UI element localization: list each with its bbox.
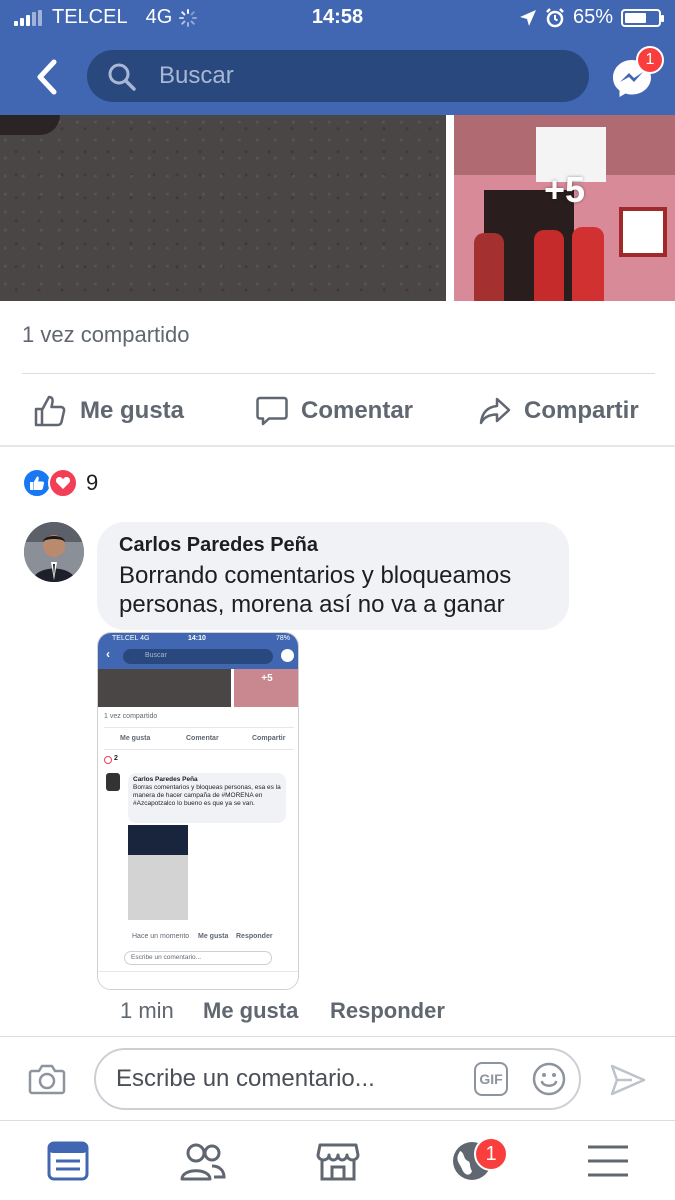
comment-text: Borrando comentarios y bloqueamos person… [119,562,512,618]
gif-button[interactable]: GIF [474,1062,508,1096]
comment-meta: 1 min Me gusta Responder [120,998,445,1024]
search-icon [108,63,136,91]
post-photo-more[interactable]: +5 [454,115,675,301]
battery-icon [621,8,664,27]
search-bar[interactable] [87,50,589,102]
share-arrow-icon [479,397,511,425]
more-photos-count: +5 [543,169,586,210]
battery-percent: 65% [572,6,613,28]
comment-reply-button[interactable]: Responder [330,998,445,1024]
search-input[interactable] [159,50,559,102]
send-button[interactable] [608,1060,648,1100]
love-reaction-icon [48,468,78,498]
tab-notifications[interactable]: 1 [450,1137,508,1183]
friends-icon [180,1143,226,1181]
alarm-icon [546,7,564,27]
like-button[interactable]: Me gusta [32,382,184,440]
emoji-button[interactable] [532,1062,566,1096]
comment-time: 1 min [120,998,174,1023]
tab-menu[interactable] [586,1139,630,1183]
comment-like-button[interactable]: Me gusta [203,998,330,1024]
post-actions: Me gusta Comentar Compartir [0,382,675,440]
share-button[interactable]: Compartir [478,382,639,440]
bottom-tab-bar: 1 [0,1120,675,1200]
back-button[interactable] [28,52,68,102]
top-bar: TELCEL 4G 14:58 65% 1 [0,0,675,115]
comment-icon [256,396,288,426]
divider [22,373,655,374]
share-count[interactable]: 1 vez compartido [22,322,190,348]
location-arrow-icon [519,9,536,26]
send-icon [610,1064,646,1096]
back-arrow-icon [37,59,57,95]
post-photo-main[interactable] [0,115,446,301]
mini-love-icon [104,756,112,764]
divider [0,1036,675,1037]
status-bar: TELCEL 4G 14:58 65% [0,0,675,38]
marketplace-icon [316,1143,360,1181]
tab-news-feed[interactable] [46,1139,90,1183]
comment-author[interactable]: Carlos Paredes Peña [119,534,547,557]
camera-button[interactable] [28,1060,66,1098]
tab-friends[interactable] [180,1139,226,1183]
section-divider [0,445,675,447]
news-feed-icon [47,1141,89,1181]
messenger-badge: 1 [636,46,664,74]
comment-bubble[interactable]: Carlos Paredes Peña Borrando comentarios… [97,522,569,630]
comment-composer[interactable]: GIF [94,1048,581,1110]
tab-marketplace[interactable] [316,1139,360,1183]
mini-avatar [106,773,120,791]
mini-back-icon: ‹ [106,647,110,661]
reaction-count: 9 [86,470,99,495]
hamburger-menu-icon [588,1145,628,1177]
comment-attachment-image[interactable]: TELCEL 4G 14:10 78% ‹ Buscar +5 1 vez co… [97,632,299,990]
avatar[interactable] [24,522,84,582]
mini-messenger-icon [281,649,294,662]
messenger-button[interactable]: 1 [610,46,664,102]
notifications-badge: 1 [474,1137,508,1171]
camera-icon [28,1064,66,1095]
comment-button[interactable]: Comentar [255,382,413,440]
reactions-summary[interactable]: 9 [22,468,98,498]
smiley-icon [532,1062,566,1096]
comment-input[interactable] [116,1050,466,1108]
thumbs-up-icon [34,395,66,427]
